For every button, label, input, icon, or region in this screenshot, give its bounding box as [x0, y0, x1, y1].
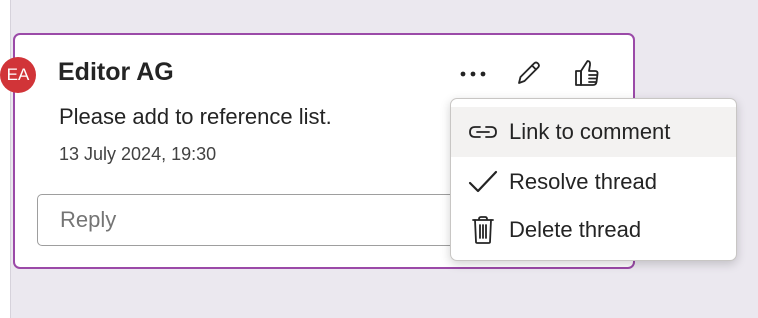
- reply-input[interactable]: [37, 194, 477, 246]
- comment-author: Editor AG: [58, 58, 174, 86]
- menu-item-label: Delete thread: [509, 217, 642, 242]
- avatar: EA: [0, 57, 36, 93]
- thumbs-up-icon: [575, 60, 599, 86]
- menu-item-label: Resolve thread: [509, 169, 657, 194]
- checkmark-icon: [466, 165, 500, 199]
- like-button[interactable]: [568, 55, 604, 91]
- comment-timestamp: 13 July 2024, 19:30: [59, 144, 217, 164]
- comment-text: Please add to reference list.: [59, 104, 332, 129]
- menu-item-link-to-comment[interactable]: Link to comment: [451, 107, 736, 157]
- menu-item-label: Link to comment: [509, 119, 671, 144]
- pencil-icon: [518, 61, 540, 84]
- edit-button[interactable]: [511, 55, 547, 91]
- more-options-button[interactable]: [455, 56, 491, 92]
- context-menu: Link to comment Resolve thread Delete th…: [450, 98, 737, 261]
- trash-icon: [466, 213, 500, 247]
- menu-item-delete-thread[interactable]: Delete thread: [451, 205, 736, 255]
- menu-item-resolve-thread[interactable]: Resolve thread: [451, 157, 736, 207]
- more-icon: [460, 71, 486, 77]
- pane-divider: [10, 0, 11, 318]
- link-icon: [466, 115, 500, 149]
